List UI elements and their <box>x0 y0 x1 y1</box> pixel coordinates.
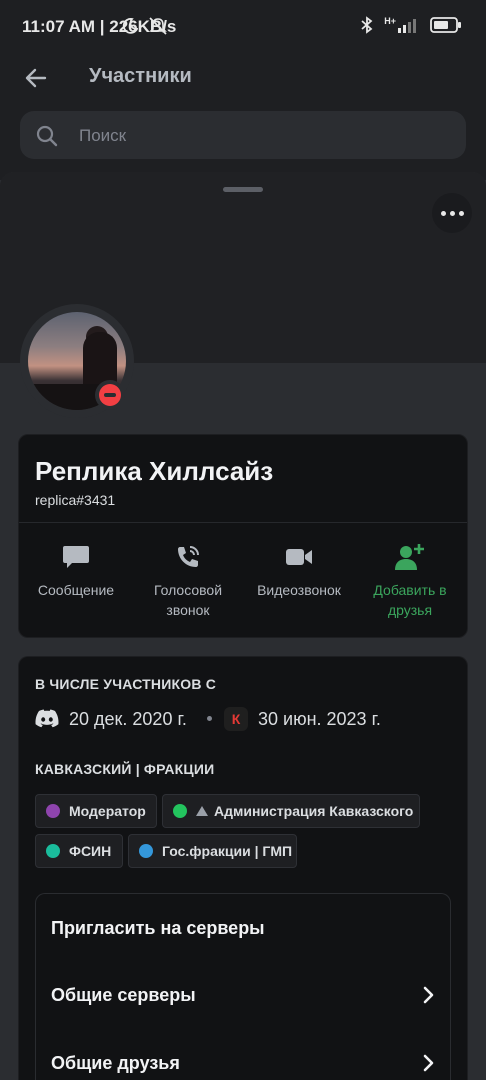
back-arrow-icon <box>25 68 47 88</box>
mountain-icon <box>196 806 208 816</box>
message-button[interactable]: Сообщение <box>21 540 131 600</box>
role-color-dot <box>46 804 60 818</box>
divider <box>19 522 467 523</box>
mutual-friends-item[interactable]: Общие друзья <box>35 1029 451 1080</box>
bluetooth-icon <box>361 16 373 34</box>
role-name: Администрация Кавказского <box>214 803 414 819</box>
mute-icon <box>149 17 168 35</box>
voice-call-icon <box>178 546 199 567</box>
role-name: Гос.фракции | ГМП <box>162 843 293 859</box>
status-icons: H+ <box>123 16 462 35</box>
back-button[interactable] <box>20 62 52 94</box>
menu-item-label: Пригласить на серверы <box>51 917 265 938</box>
discord-join-date: 20 дек. 2020 г. <box>69 709 187 729</box>
role-chip: Гос.фракции | ГМП <box>128 834 297 868</box>
network-type-label: H+ <box>384 16 396 26</box>
role-color-dot <box>139 844 153 858</box>
server-icon: К <box>224 707 248 731</box>
page-title: Участники <box>89 65 192 87</box>
role-chip: Администрация Кавказского <box>162 794 420 828</box>
add-friend-button[interactable]: Добавить в друзья <box>355 540 465 620</box>
video-call-button[interactable]: Видеозвонок <box>244 540 354 600</box>
video-call-icon <box>286 549 312 565</box>
mutual-servers-item[interactable]: Общие серверы <box>35 961 451 1029</box>
display-name: Реплика Хиллсайз <box>35 456 274 486</box>
voice-call-button[interactable]: Голосовой звонок <box>133 540 243 620</box>
message-icon <box>63 546 89 568</box>
separator-dot <box>207 716 212 721</box>
chevron-right-icon <box>423 986 434 1004</box>
role-name: Модератор <box>69 803 146 819</box>
role-color-dot <box>173 804 187 818</box>
moon-icon <box>123 18 139 34</box>
add-friend-icon <box>395 544 424 570</box>
voice-call-label: Голосовой звонок <box>153 582 223 618</box>
video-call-label: Видеозвонок <box>257 582 341 598</box>
message-label: Сообщение <box>37 582 115 598</box>
battery-icon <box>430 17 461 33</box>
search-input[interactable] <box>79 124 439 148</box>
signal-icon <box>398 19 416 33</box>
drag-handle[interactable] <box>223 187 263 192</box>
chevron-right-icon <box>423 1054 434 1072</box>
dnd-status-icon <box>95 380 125 410</box>
menu-item-label: Общие друзья <box>51 1052 180 1073</box>
invite-to-servers-item[interactable]: Пригласить на серверы <box>35 894 451 962</box>
role-color-dot <box>46 844 60 858</box>
discord-logo-icon <box>35 709 59 728</box>
roles-title: КАВКАЗСКИЙ | ФРАКЦИИ <box>35 761 215 777</box>
username[interactable]: replica#3431 <box>35 492 115 508</box>
more-options-button[interactable] <box>432 193 472 233</box>
member-since-title: В ЧИСЛЕ УЧАСТНИКОВ С <box>35 676 217 692</box>
role-chip: Модератор <box>35 794 157 828</box>
add-friend-label: Добавить в друзья <box>373 582 447 618</box>
role-name: ФСИН <box>69 843 112 859</box>
more-dots-icon <box>440 210 446 216</box>
role-chip: ФСИН <box>35 834 123 868</box>
menu-item-label: Общие серверы <box>51 984 196 1005</box>
server-join-date: 30 июн. 2023 г. <box>258 709 381 729</box>
search-icon <box>36 125 58 147</box>
